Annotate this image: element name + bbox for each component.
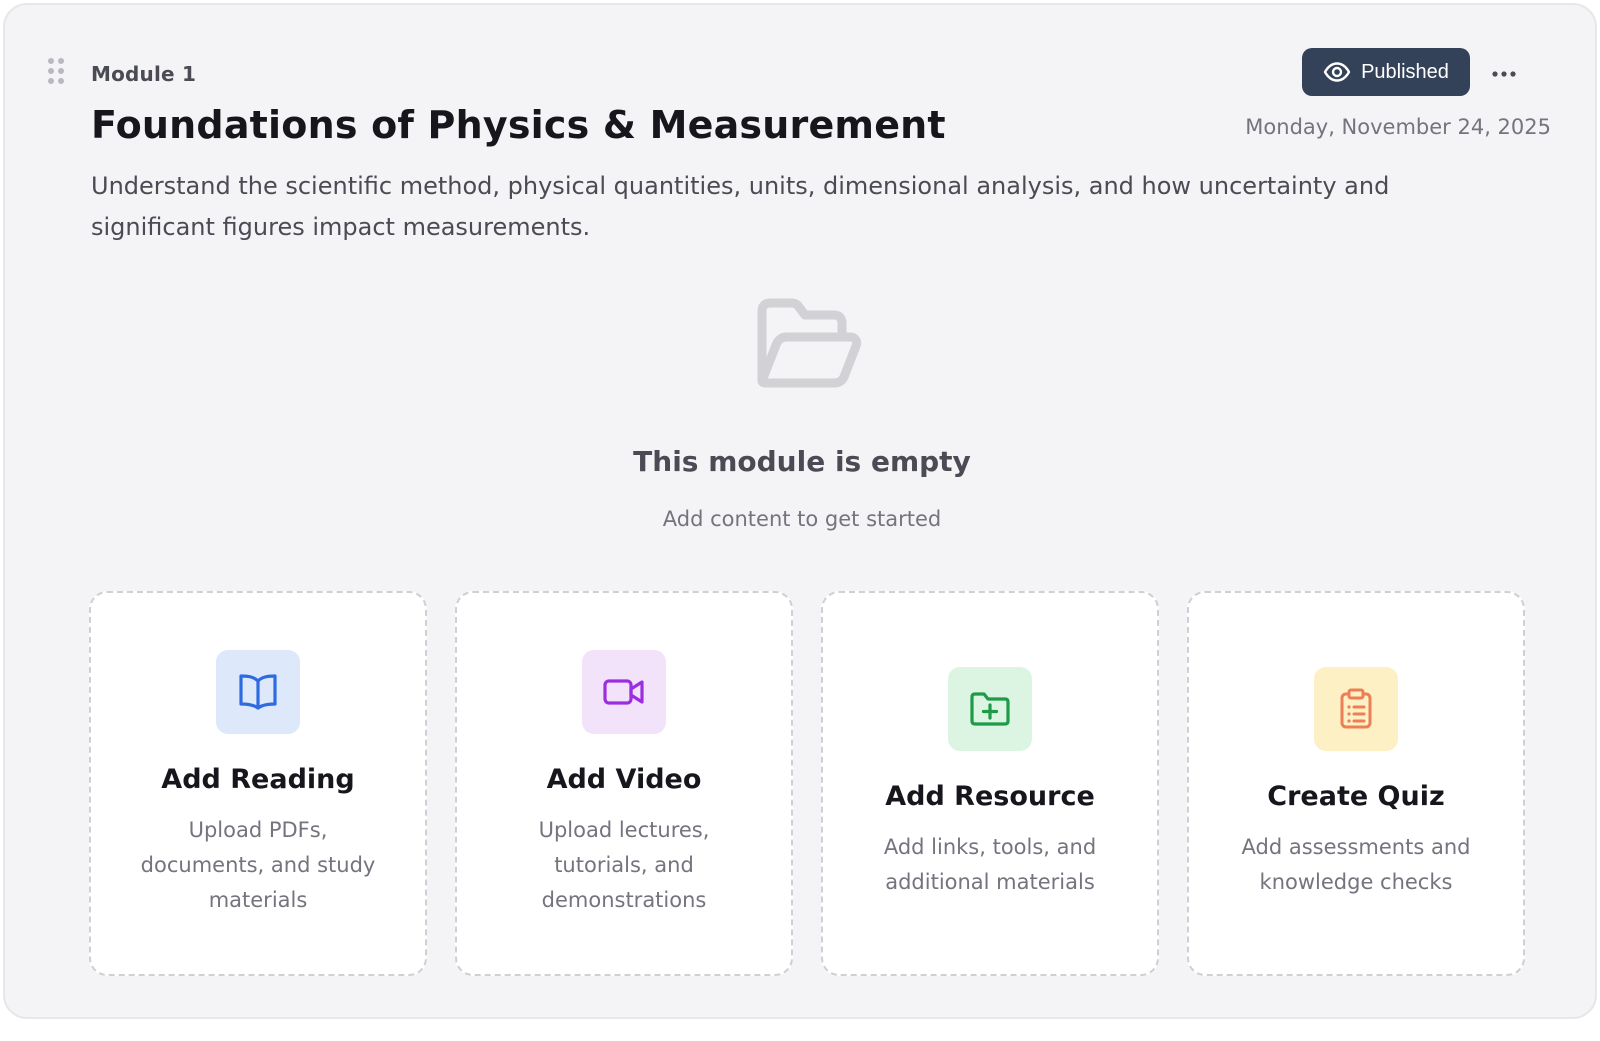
drag-handle-icon[interactable] <box>47 57 65 89</box>
more-horizontal-icon <box>1491 63 1517 82</box>
empty-state-subtitle: Add content to get started <box>662 507 942 531</box>
module-card: Module 1 Published Foundations of Physic… <box>3 3 1597 1019</box>
add-video-description: Upload lectures, tutorials, and demonstr… <box>538 817 710 912</box>
eye-icon <box>1323 62 1351 82</box>
clipboard-list-icon <box>1314 667 1398 751</box>
book-open-icon <box>216 649 300 734</box>
module-label: Module 1 <box>91 62 197 86</box>
add-resource-card[interactable]: Add Resource Add links, tools, and addit… <box>821 591 1159 976</box>
module-description: Understand the scientific method, physic… <box>91 172 1390 241</box>
add-resource-title: Add Resource <box>885 781 1095 812</box>
more-options-button[interactable] <box>1485 55 1523 89</box>
published-status-button[interactable]: Published <box>1302 48 1470 96</box>
add-video-title: Add Video <box>546 763 702 795</box>
empty-state-title: This module is empty <box>633 445 971 478</box>
add-video-card[interactable]: Add Video Upload lectures, tutorials, an… <box>455 591 793 976</box>
video-icon <box>582 649 666 734</box>
add-reading-card[interactable]: Add Reading Upload PDFs, documents, and … <box>89 591 427 976</box>
published-label: Published <box>1361 60 1449 83</box>
create-quiz-title: Create Quiz <box>1267 781 1445 812</box>
module-title: Foundations of Physics & Measurement <box>91 103 946 147</box>
add-reading-title: Add Reading <box>161 763 355 795</box>
module-date: Monday, November 24, 2025 <box>1245 115 1551 139</box>
folder-plus-icon <box>948 667 1032 751</box>
create-quiz-description: Add assessments and knowledge checks <box>1241 835 1471 894</box>
folder-open-icon <box>752 297 862 393</box>
create-quiz-card[interactable]: Create Quiz Add assessments and knowledg… <box>1187 591 1525 976</box>
add-resource-description: Add links, tools, and additional materia… <box>883 835 1097 894</box>
add-reading-description: Upload PDFs, documents, and study materi… <box>140 817 376 912</box>
